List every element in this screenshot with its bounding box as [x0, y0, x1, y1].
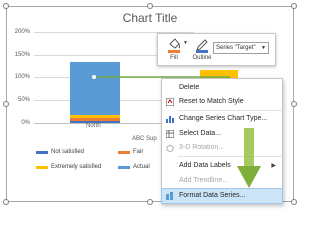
- mini-toolbar: Fill ▼ Outline Series "Target" ▼: [157, 33, 276, 66]
- outline-button[interactable]: Outline: [192, 36, 212, 64]
- outline-label: Outline: [192, 55, 212, 61]
- chart-type-icon: [166, 115, 174, 123]
- trendline-icon: [166, 177, 174, 185]
- submenu-arrow-icon: ▶: [271, 163, 276, 169]
- menu-item-label: Add Trendline...: [179, 177, 229, 184]
- rotation-icon: [166, 144, 174, 153]
- menu-item-delete[interactable]: Delete: [162, 81, 282, 95]
- delete-icon: [166, 84, 174, 92]
- menu-item-label: Change Series Chart Type...: [179, 115, 268, 122]
- legend-label: Not satisfied: [51, 149, 85, 155]
- menu-separator: [178, 110, 282, 111]
- legend-item-fair[interactable]: Fair: [118, 149, 143, 155]
- target-point[interactable]: [91, 74, 97, 80]
- series-select[interactable]: Series "Target" ▼: [213, 42, 269, 54]
- menu-item-label: Reset to Match Style: [179, 98, 244, 105]
- legend-label: Actual: [133, 164, 150, 170]
- legend-swatch: [36, 150, 48, 154]
- format-series-icon: [166, 192, 174, 200]
- menu-item-label: Delete: [179, 84, 200, 91]
- pen-outline-icon: [196, 39, 208, 53]
- chevron-down-icon[interactable]: ▼: [183, 40, 188, 46]
- legend-label: Fair: [133, 149, 144, 155]
- menu-item-format-data-series[interactable]: Format Data Series...: [161, 188, 283, 204]
- legend-swatch: [118, 165, 130, 169]
- data-labels-icon: [166, 162, 174, 170]
- pointer-arrow-icon: [237, 128, 261, 188]
- context-menu: Delete Reset to Match Style Change Serie…: [161, 78, 283, 204]
- menu-item-add-data-labels[interactable]: Add Data Labels ▶: [162, 159, 282, 173]
- chevron-down-icon: ▼: [261, 45, 266, 51]
- menu-item-label: 3-D Rotation...: [179, 144, 225, 151]
- menu-separator: [178, 156, 282, 157]
- paint-bucket-icon: [168, 38, 180, 53]
- x-category-label: North: [86, 123, 101, 129]
- legend-swatch: [36, 165, 48, 169]
- menu-item-add-trendline: Add Trendline...: [162, 174, 282, 188]
- select-data-icon: [165, 129, 175, 139]
- series-select-value: Series "Target": [216, 45, 256, 51]
- menu-item-label: Format Data Series...: [179, 192, 246, 199]
- menu-item-3d-rotation: 3-D Rotation...: [162, 141, 282, 155]
- legend-item-not-satisfied[interactable]: Not satisfied: [36, 149, 84, 155]
- x-category-label: ABC Sup: [132, 136, 157, 142]
- fill-label: Fill: [170, 55, 178, 61]
- menu-item-label: Select Data...: [179, 130, 222, 137]
- menu-item-label: Add Data Labels: [179, 162, 231, 169]
- menu-item-select-data[interactable]: Select Data...: [162, 127, 282, 141]
- legend-item-actual[interactable]: Actual: [118, 164, 150, 170]
- reset-style-icon: [165, 97, 175, 107]
- legend-swatch: [118, 150, 130, 154]
- legend-item-extremely-satisfied[interactable]: Extremely satisfied: [36, 164, 101, 170]
- menu-item-reset-style[interactable]: Reset to Match Style: [162, 95, 282, 109]
- fill-button[interactable]: Fill: [164, 36, 184, 64]
- menu-item-change-chart-type[interactable]: Change Series Chart Type...: [162, 112, 282, 126]
- legend-label: Extremely satisfied: [51, 164, 102, 170]
